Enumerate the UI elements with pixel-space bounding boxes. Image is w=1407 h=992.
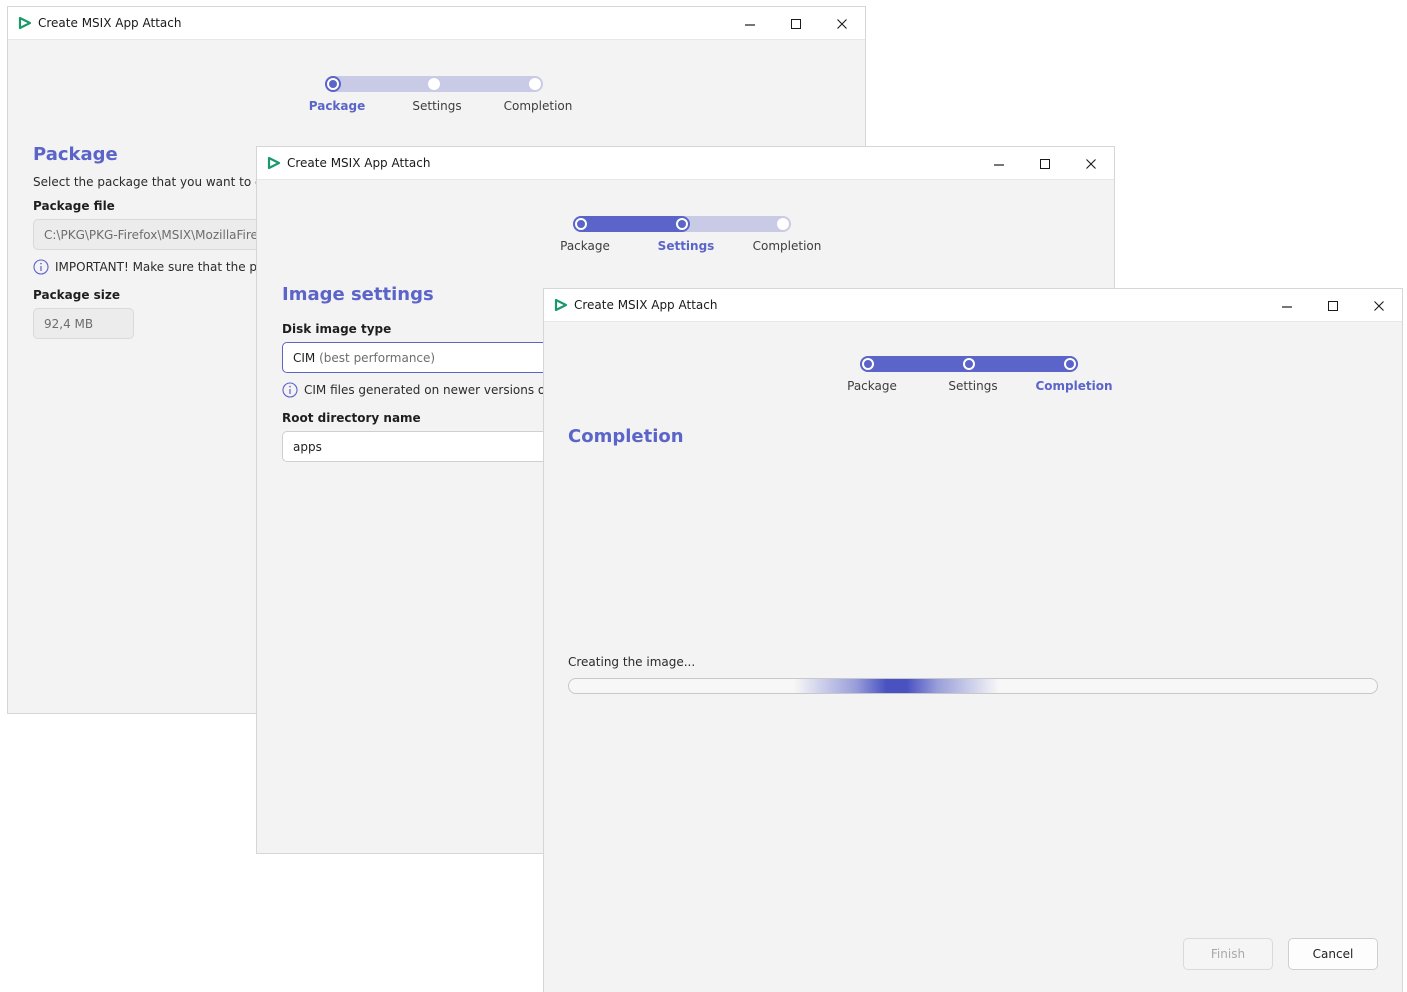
- progress-indicator: [794, 679, 999, 693]
- step-node-settings: [428, 78, 440, 90]
- root-dir-input[interactable]: apps: [282, 431, 582, 462]
- disk-image-type-value: CIM: [293, 351, 316, 365]
- minimize-icon: [1282, 305, 1292, 308]
- stepper: Package Settings Completion: [847, 351, 1113, 401]
- important-note-text: IMPORTANT! Make sure that the pack: [55, 260, 278, 274]
- step-node-settings: [676, 218, 688, 230]
- step-label-completion: Completion: [503, 99, 573, 113]
- window-title: Create MSIX App Attach: [38, 16, 182, 30]
- cancel-button[interactable]: Cancel: [1288, 938, 1378, 970]
- close-icon: [1374, 300, 1384, 311]
- step-node-settings: [963, 358, 975, 370]
- progress-text: Creating the image...: [568, 655, 696, 669]
- maximize-button[interactable]: [1022, 147, 1068, 180]
- page-title: Image settings: [282, 284, 434, 305]
- step-label-completion: Completion: [752, 239, 822, 253]
- minimize-icon: [994, 163, 1004, 166]
- maximize-icon: [791, 18, 801, 29]
- step-label-package: Package: [308, 99, 366, 113]
- window-title: Create MSIX App Attach: [287, 156, 431, 170]
- minimize-button[interactable]: [976, 147, 1022, 180]
- important-note: IMPORTANT! Make sure that the pack: [33, 259, 278, 275]
- maximize-button[interactable]: [1310, 289, 1356, 322]
- titlebar: Create MSIX App Attach: [257, 147, 1114, 180]
- page-title: Package: [33, 144, 118, 165]
- info-icon: [282, 382, 298, 398]
- maximize-button[interactable]: [773, 7, 819, 40]
- maximize-icon: [1328, 300, 1338, 311]
- minimize-icon: [745, 23, 755, 26]
- step-node-completion: [1064, 358, 1076, 370]
- root-dir-label: Root directory name: [282, 411, 421, 425]
- package-size-label: Package size: [33, 288, 121, 302]
- finish-button[interactable]: Finish: [1183, 938, 1273, 970]
- disk-image-type-select[interactable]: CIM (best performance): [282, 342, 582, 373]
- minimize-button[interactable]: [727, 7, 773, 40]
- package-file-label: Package file: [33, 199, 115, 213]
- step-label-settings: Settings: [948, 379, 998, 393]
- step-label-package: Package: [847, 379, 897, 393]
- maximize-icon: [1040, 158, 1050, 169]
- titlebar: Create MSIX App Attach: [544, 289, 1402, 322]
- info-icon: [33, 259, 49, 275]
- titlebar: Create MSIX App Attach: [8, 7, 865, 40]
- window-title: Create MSIX App Attach: [574, 298, 718, 312]
- close-button[interactable]: [819, 7, 865, 40]
- stepper: Package Settings Completion: [309, 71, 572, 121]
- close-icon: [1086, 158, 1096, 169]
- step-node-package: [862, 358, 874, 370]
- app-icon: [18, 16, 32, 30]
- step-node-completion: [777, 218, 789, 230]
- package-file-field[interactable]: C:\PKG\PKG-Firefox\MSIX\MozillaFirefox: [33, 219, 273, 250]
- disk-image-type-hint: (best performance): [319, 351, 436, 365]
- close-icon: [837, 18, 847, 29]
- step-label-settings: Settings: [412, 99, 462, 113]
- step-node-package: [575, 218, 587, 230]
- step-label-settings: Settings: [657, 239, 715, 253]
- cim-note-text: CIM files generated on newer versions of…: [304, 383, 569, 397]
- step-node-completion: [529, 78, 541, 90]
- window-completion: Create MSIX App Attach Package Settings …: [543, 288, 1403, 992]
- package-size-field: 92,4 MB: [33, 308, 134, 339]
- page-description: Select the package that you want to conv…: [33, 175, 292, 189]
- stepper: Package Settings Completion: [560, 211, 821, 261]
- close-button[interactable]: [1068, 147, 1114, 180]
- app-icon: [554, 298, 568, 312]
- page-title: Completion: [568, 426, 684, 447]
- step-label-package: Package: [560, 239, 610, 253]
- step-node-package: [327, 78, 339, 90]
- close-button[interactable]: [1356, 289, 1402, 322]
- minimize-button[interactable]: [1264, 289, 1310, 322]
- step-label-completion: Completion: [1035, 379, 1113, 393]
- progress-bar: [568, 678, 1378, 694]
- app-icon: [267, 156, 281, 170]
- cim-note: CIM files generated on newer versions of…: [282, 382, 568, 398]
- disk-image-type-label: Disk image type: [282, 322, 392, 336]
